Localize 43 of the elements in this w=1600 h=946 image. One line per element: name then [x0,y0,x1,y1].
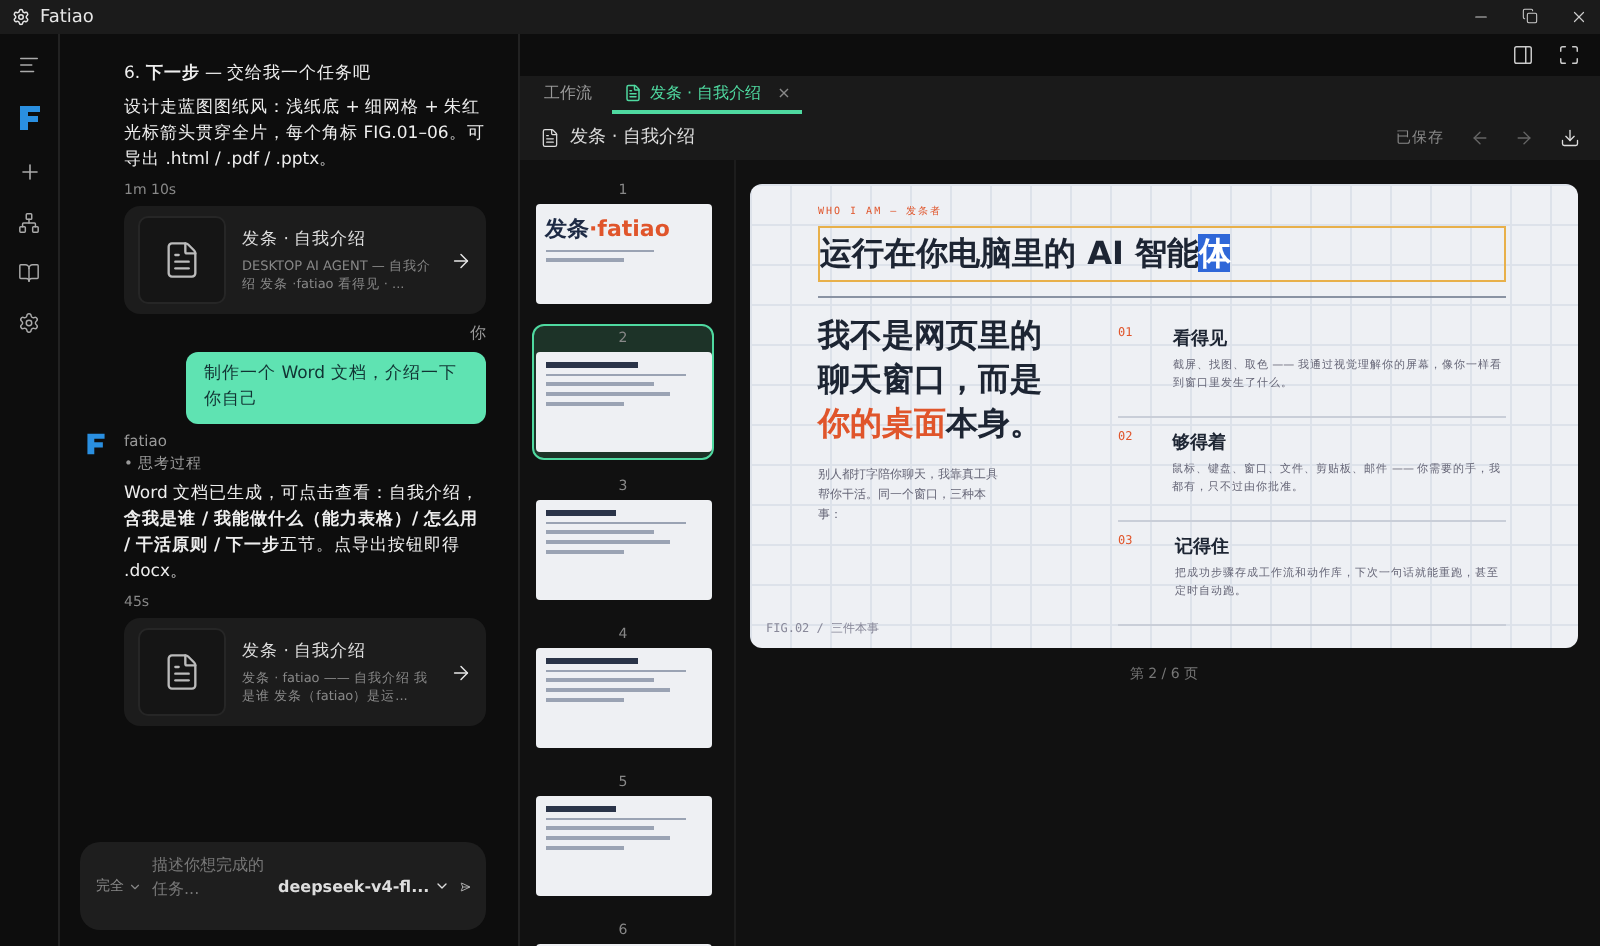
document-icon [540,127,560,147]
logo-icon [15,104,43,132]
author-label: 你 [470,322,486,344]
tab-label: 工作流 [544,82,592,104]
message-text: Word 文档已生成，可点击查看：自我介绍，含我是谁 / 我能做什么（能力表格）/ 怎么用 / 干活原则 / 下一步五节。点导出按钮即得 .docx。 [124,482,482,586]
chevron-down-icon [433,878,450,894]
message-input[interactable]: 描述你想完成的任务... [152,854,268,918]
chevron-down-icon [128,879,142,893]
network-icon[interactable] [18,212,40,234]
point-title: 看得见 [1172,326,1229,352]
close-icon[interactable] [1570,8,1588,26]
document-icon [162,652,202,692]
card-title: 发条 · 自我介绍 [242,227,369,251]
restore-icon[interactable] [1522,8,1538,24]
fullscreen-icon[interactable] [1558,44,1580,66]
arrow-right-icon [450,661,472,683]
document-title: 发条 · 自我介绍 [570,125,696,150]
point-title: 够得着 [1172,430,1229,456]
settings-icon[interactable] [18,312,40,334]
plus-icon[interactable] [17,160,41,184]
panel-icon[interactable] [1512,44,1534,66]
window-title: Fatiao [40,7,94,27]
menu-icon[interactable] [18,54,40,76]
tab-label: 发条 · 自我介绍 [650,82,762,104]
slide-statement: 我不是网页里的聊天窗口，而是 你的桌面本身。 [818,314,1044,446]
document-icon [624,84,642,102]
message-text: 6. 下一步 — 交给我一个任务吧 [124,62,374,88]
download-icon[interactable] [1560,127,1580,147]
arrow-right-icon [450,249,472,271]
forward-arrow-icon[interactable] [1514,127,1534,147]
tab[interactable]: 工作流 [532,76,604,114]
card-title: 发条 · 自我介绍 [242,639,369,663]
app-icon [12,8,30,26]
user-message: 制作一个 Word 文档，介绍一下你自己 [186,352,486,424]
logo-icon [84,432,108,456]
thumbnail-title: 发条·fatiao [545,214,672,244]
tab-close-button[interactable]: × [777,84,791,102]
book-icon[interactable] [18,262,40,284]
back-arrow-icon[interactable] [1470,127,1490,147]
document-icon [162,240,202,280]
model-dropdown[interactable]: deepseek-v4-fl... [278,877,450,895]
point-title: 记得住 [1174,535,1231,560]
message-text: 设计走蓝图图纸风：浅纸底 + 细网格 + 朱红光标箭头贯穿全片，每个角标 FIG.01–06。可导出 .html / .pdf / .pptx。 [124,96,486,174]
